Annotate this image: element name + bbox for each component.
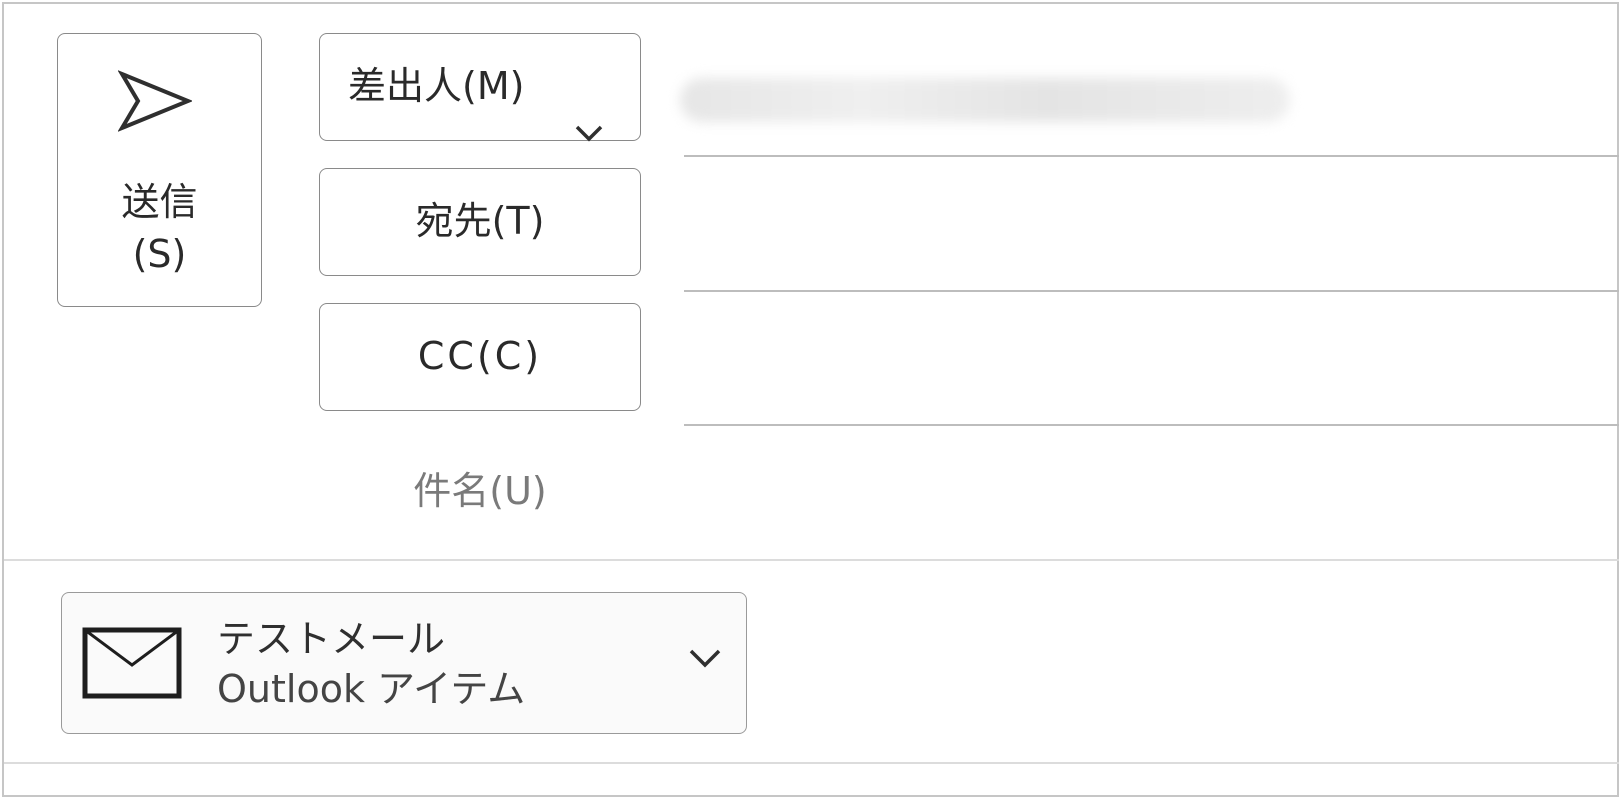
to-button[interactable]: 宛先(T) [319, 168, 641, 276]
cc-field-input[interactable] [684, 424, 1619, 426]
attachment-item[interactable]: テストメール Outlook アイテム [61, 592, 747, 734]
send-button[interactable]: 送信 (S) [57, 33, 262, 307]
cc-button[interactable]: CC(C) [319, 303, 641, 411]
from-address-obscured [680, 78, 1290, 122]
send-label: 送信 [121, 180, 198, 224]
mail-icon [82, 627, 182, 703]
attachment-name: テストメール [217, 617, 446, 661]
attachment-type: Outlook アイテム [217, 667, 526, 711]
send-icon [117, 69, 194, 136]
cc-label: CC(C) [417, 334, 543, 378]
attachment-divider [4, 762, 1619, 764]
from-button[interactable]: 差出人(M) [319, 33, 641, 142]
from-label: 差出人(M) [348, 64, 525, 108]
subject-label: 件名(U) [413, 469, 547, 513]
to-field-input[interactable] [684, 290, 1619, 292]
send-shortcut: (S) [132, 232, 187, 276]
chevron-down-icon[interactable] [688, 647, 722, 673]
from-field-underline [684, 155, 1619, 157]
subject-field-divider [4, 559, 1619, 561]
to-label: 宛先(T) [415, 199, 545, 243]
